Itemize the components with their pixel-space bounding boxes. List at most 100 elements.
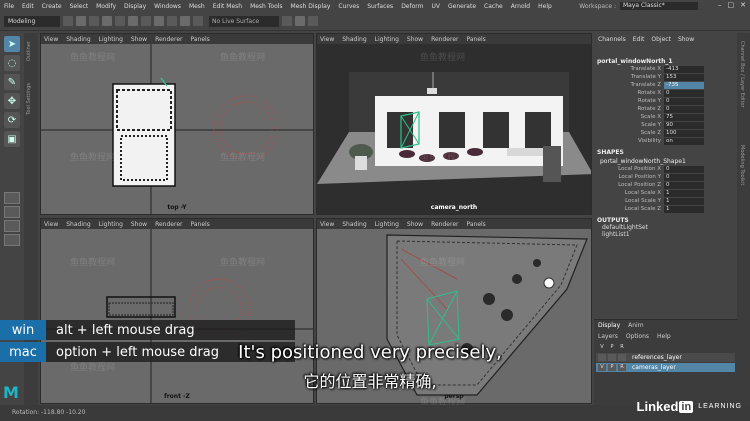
attribute-value-field[interactable]: 0	[664, 97, 704, 105]
close-icon[interactable]: ✕	[740, 1, 746, 9]
tab-anim[interactable]: Anim	[628, 322, 643, 329]
menu-generate[interactable]: Generate	[448, 3, 476, 10]
ipr-render-icon[interactable]	[295, 16, 305, 26]
help-menu[interactable]: Help	[657, 333, 671, 340]
workspace-selector[interactable]: Workspace : Maya Classic*	[579, 2, 698, 10]
options-menu[interactable]: Options	[626, 333, 649, 340]
attribute-value-field[interactable]: 0	[664, 89, 704, 97]
object-menu[interactable]: Object	[651, 36, 671, 43]
attribute-name[interactable]: Visibility	[594, 138, 664, 144]
save-scene-icon[interactable]	[89, 16, 99, 26]
minimize-icon[interactable]: –	[718, 1, 722, 9]
workspace-dropdown[interactable]: Maya Classic*	[620, 2, 698, 10]
attribute-name[interactable]: Local Scale Z	[594, 206, 664, 212]
attribute-row[interactable]: Scale Z 100	[594, 129, 737, 137]
single-pane-layout-icon[interactable]	[4, 192, 20, 204]
attribute-value-field[interactable]: on	[664, 137, 704, 145]
attribute-row[interactable]: Rotate Y0	[594, 97, 737, 105]
tool-settings-tab[interactable]: Tool Settings	[26, 83, 32, 115]
move-icon[interactable]: ✥	[4, 93, 20, 109]
layer-row-references[interactable]: references_layer	[596, 353, 735, 362]
outliner-tab[interactable]: Outliner	[26, 41, 32, 61]
visibility-toggle[interactable]: V	[598, 364, 606, 371]
scale-icon[interactable]: ▣	[4, 131, 20, 147]
playback-toggle[interactable]: P	[608, 364, 616, 371]
paint-select-icon[interactable]: ✎	[4, 74, 20, 90]
two-pane-layout-icon[interactable]	[4, 220, 20, 232]
reference-toggle[interactable]: R	[618, 364, 626, 371]
snap-curve-icon[interactable]	[180, 16, 190, 26]
attribute-row[interactable]: Visibility on	[594, 137, 737, 145]
attribute-name[interactable]: Scale Y	[594, 122, 664, 128]
attribute-value-field[interactable]: -735	[664, 81, 704, 89]
visibility-toggle[interactable]	[598, 354, 606, 361]
attribute-value-field[interactable]: 1	[664, 189, 704, 197]
menu-help[interactable]: Help	[538, 3, 552, 10]
menu-display[interactable]: Display	[124, 3, 146, 10]
attribute-name[interactable]: Scale X	[594, 114, 664, 120]
attribute-row[interactable]: Local Scale Z1	[594, 205, 737, 213]
attribute-value-field[interactable]: 0	[664, 165, 704, 173]
menu-edit-mesh[interactable]: Edit Mesh	[213, 3, 242, 10]
attribute-value-field[interactable]: 90	[664, 121, 704, 129]
show-menu[interactable]: Show	[678, 36, 694, 43]
menu-modify[interactable]: Modify	[96, 3, 116, 10]
attribute-name[interactable]: Translate Z	[594, 82, 664, 88]
attribute-row[interactable]: Local Position Y0	[594, 173, 737, 181]
attribute-row[interactable]: Scale Y 90	[594, 121, 737, 129]
attribute-name[interactable]: Rotate X	[594, 90, 664, 96]
attribute-name[interactable]: Rotate Z	[594, 106, 664, 112]
attribute-name[interactable]: Translate X	[594, 66, 664, 72]
channel-box-tab[interactable]: Channel Box / Layer Editor	[739, 41, 745, 108]
menu-windows[interactable]: Windows	[154, 3, 181, 10]
attribute-value-field[interactable]: 75	[664, 113, 704, 121]
rotate-icon[interactable]: ⟳	[4, 112, 20, 128]
attribute-row[interactable]: Local Position Z0	[594, 181, 737, 189]
attribute-value-field[interactable]: 0	[664, 105, 704, 113]
render-settings-icon[interactable]	[308, 16, 318, 26]
output-item[interactable]: defaultLightSet	[594, 224, 737, 231]
attribute-value-field[interactable]: 0	[664, 173, 704, 181]
attribute-name[interactable]: Local Position Z	[594, 182, 664, 188]
attribute-row[interactable]: Local Scale X1	[594, 189, 737, 197]
menu-file[interactable]: File	[4, 3, 14, 10]
attribute-row[interactable]: Translate Y 153	[594, 73, 737, 81]
shape-name[interactable]: portal_windowNorth_Shape1	[594, 158, 737, 165]
attribute-value-field[interactable]: -413	[664, 65, 704, 73]
attribute-name[interactable]: Local Position Y	[594, 174, 664, 180]
select-component-icon[interactable]	[154, 16, 164, 26]
snap-grid-icon[interactable]	[167, 16, 177, 26]
channels-menu[interactable]: Channels	[598, 36, 626, 43]
attribute-row[interactable]: Local Position X0	[594, 165, 737, 173]
menu-mesh[interactable]: Mesh	[189, 3, 205, 10]
new-scene-icon[interactable]	[63, 16, 73, 26]
tab-display[interactable]: Display	[598, 322, 620, 329]
snap-point-icon[interactable]	[193, 16, 203, 26]
layer-name[interactable]: references_layer	[632, 354, 682, 361]
attribute-row[interactable]: Scale X 75	[594, 113, 737, 121]
layer-row-cameras[interactable]: V P R cameras_layer	[596, 363, 735, 372]
attribute-name[interactable]: Rotate Y	[594, 98, 664, 104]
attribute-row[interactable]: Translate Z -735	[594, 81, 737, 89]
menu-uv[interactable]: UV	[432, 3, 441, 10]
menu-mesh-display[interactable]: Mesh Display	[291, 3, 331, 10]
selected-object-name[interactable]: portal_windowNorth_1	[594, 58, 737, 65]
menu-set-dropdown[interactable]: Modeling	[4, 15, 60, 27]
open-scene-icon[interactable]	[76, 16, 86, 26]
render-icon[interactable]	[282, 16, 292, 26]
undo-icon[interactable]	[102, 16, 112, 26]
attribute-value-field[interactable]: 153	[664, 73, 704, 81]
menu-cache[interactable]: Cache	[484, 3, 503, 10]
live-surface-field[interactable]: No Live Surface	[209, 15, 279, 27]
attribute-value-field[interactable]: 100	[664, 129, 704, 137]
maximize-icon[interactable]: □	[728, 1, 735, 9]
attribute-row[interactable]: Local Scale Y1	[594, 197, 737, 205]
redo-icon[interactable]	[115, 16, 125, 26]
reference-toggle[interactable]	[618, 354, 626, 361]
attribute-name[interactable]: Scale Z	[594, 130, 664, 136]
menu-select[interactable]: Select	[70, 3, 89, 10]
menu-deform[interactable]: Deform	[401, 3, 423, 10]
attribute-row[interactable]: Rotate X0	[594, 89, 737, 97]
playback-toggle[interactable]	[608, 354, 616, 361]
select-icon[interactable]: ➤	[4, 36, 20, 52]
